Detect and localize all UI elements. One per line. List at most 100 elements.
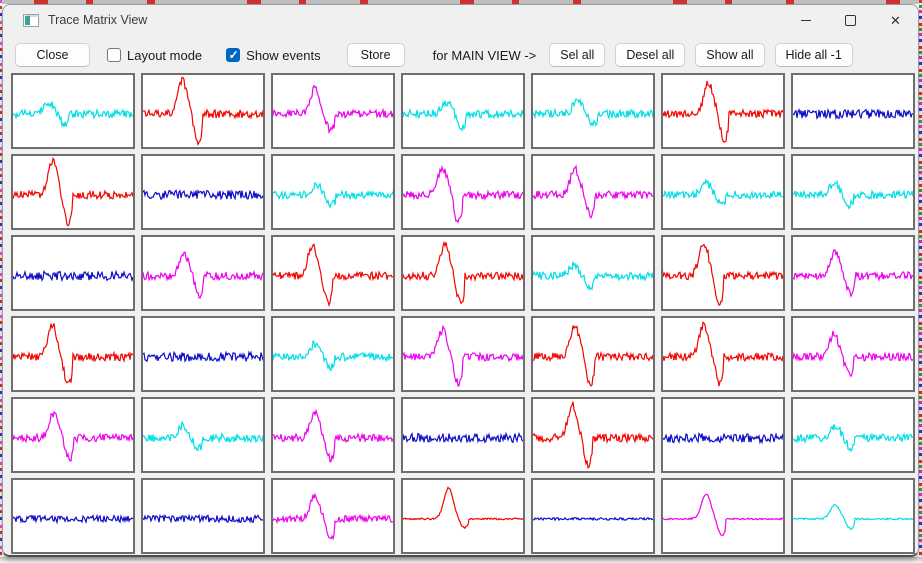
app-icon-pane (25, 16, 30, 25)
trace-cell-r3c5[interactable] (531, 235, 655, 311)
trace-cell-r1c7[interactable] (791, 73, 915, 149)
trace-cell-r5c1[interactable] (11, 397, 135, 473)
trace-cell-r6c6[interactable] (661, 478, 785, 554)
trace-cell-r1c4[interactable] (401, 73, 525, 149)
trace-waveform-magenta (273, 495, 393, 539)
trace-cell-r6c1[interactable] (11, 478, 135, 554)
trace-cell-r2c1[interactable] (11, 154, 135, 230)
layout-mode-checkbox[interactable]: Layout mode (107, 48, 202, 63)
trace-waveform-cyan (13, 102, 133, 127)
trace-waveform-magenta (663, 494, 783, 535)
trace-waveform-red (403, 242, 523, 303)
show-events-label: Show events (246, 48, 320, 63)
maximize-icon (845, 15, 856, 26)
main-view-label: for MAIN VIEW -> (433, 48, 537, 63)
trace-waveform-magenta (273, 411, 393, 462)
trace-waveform-cyan (793, 182, 913, 209)
trace-cell-r4c4[interactable] (401, 316, 525, 392)
trace-waveform-magenta (143, 252, 263, 298)
trace-cell-r4c3[interactable] (271, 316, 395, 392)
toolbar: Close Layout mode Show events Store for … (3, 43, 918, 67)
trace-waveform-blue (143, 190, 263, 199)
trace-cell-r2c4[interactable] (401, 154, 525, 230)
trace-waveform-cyan (793, 505, 913, 529)
trace-cell-r3c4[interactable] (401, 235, 525, 311)
desel-all-button[interactable]: Desel all (615, 43, 685, 67)
trace-waveform-magenta (403, 167, 523, 222)
trace-cell-r4c6[interactable] (661, 316, 785, 392)
window-title: Trace Matrix View (48, 13, 147, 27)
trace-waveform-magenta (403, 327, 523, 386)
trace-waveform-magenta (793, 250, 913, 296)
trace-cell-r3c3[interactable] (271, 235, 395, 311)
sel-all-button[interactable]: Sel all (549, 43, 605, 67)
trace-cell-r1c1[interactable] (11, 73, 135, 149)
trace-cell-r3c1[interactable] (11, 235, 135, 311)
trace-cell-r6c5[interactable] (531, 478, 655, 554)
trace-cell-r1c6[interactable] (661, 73, 785, 149)
trace-cell-r4c1[interactable] (11, 316, 135, 392)
minimize-icon (801, 20, 811, 21)
show-events-checkbox[interactable]: Show events (226, 48, 320, 63)
trace-cell-r6c2[interactable] (141, 478, 265, 554)
trace-cell-r4c2[interactable] (141, 316, 265, 392)
titlebar[interactable]: Trace Matrix View ✕ (3, 5, 918, 35)
close-window-button[interactable]: ✕ (873, 5, 918, 35)
trace-cell-r5c3[interactable] (271, 397, 395, 473)
trace-waveform-cyan (663, 180, 783, 205)
trace-cell-r6c3[interactable] (271, 478, 395, 554)
layout-mode-label: Layout mode (127, 48, 202, 63)
trace-cell-r5c7[interactable] (791, 397, 915, 473)
trace-waveform-blue (13, 515, 133, 522)
trace-cell-r5c4[interactable] (401, 397, 525, 473)
trace-waveform-blue (533, 518, 653, 520)
trace-waveform-blue (663, 434, 783, 443)
trace-waveform-cyan (533, 99, 653, 125)
trace-cell-r5c2[interactable] (141, 397, 265, 473)
trace-waveform-magenta (273, 86, 393, 132)
trace-cell-r2c6[interactable] (661, 154, 785, 230)
show-all-button[interactable]: Show all (695, 43, 764, 67)
show-events-checkbox-box[interactable] (226, 48, 240, 62)
trace-cell-r2c3[interactable] (271, 154, 395, 230)
trace-cell-r2c7[interactable] (791, 154, 915, 230)
maximize-button[interactable] (828, 5, 873, 35)
trace-cell-r4c7[interactable] (791, 316, 915, 392)
trace-waveform-blue (13, 271, 133, 280)
trace-grid (11, 73, 918, 554)
trace-cell-r3c7[interactable] (791, 235, 915, 311)
trace-waveform-magenta (793, 331, 913, 376)
layout-mode-checkbox-box[interactable] (107, 48, 121, 62)
trace-cell-r3c6[interactable] (661, 235, 785, 311)
trace-waveform-cyan (533, 262, 653, 290)
trace-cell-r3c2[interactable] (141, 235, 265, 311)
trace-cell-r1c5[interactable] (531, 73, 655, 149)
trace-waveform-red (663, 245, 783, 306)
trace-cell-r6c4[interactable] (401, 478, 525, 554)
app-icon (23, 14, 39, 27)
trace-waveform-cyan (143, 422, 263, 450)
trace-waveform-blue (143, 515, 263, 522)
trace-waveform-magenta (533, 166, 653, 218)
hide-all-button[interactable]: Hide all -1 (775, 43, 853, 67)
close-icon: ✕ (890, 14, 901, 27)
trace-waveform-red (533, 326, 653, 386)
trace-waveform-red (273, 244, 393, 305)
trace-cell-r2c5[interactable] (531, 154, 655, 230)
trace-cell-r2c2[interactable] (141, 154, 265, 230)
minimize-button[interactable] (783, 5, 828, 35)
trace-waveform-red (13, 323, 133, 383)
store-button[interactable]: Store (347, 43, 405, 67)
trace-cell-r6c7[interactable] (791, 478, 915, 554)
trace-cell-r5c6[interactable] (661, 397, 785, 473)
trace-cell-r1c2[interactable] (141, 73, 265, 149)
trace-cell-r5c5[interactable] (531, 397, 655, 473)
trace-cell-r4c5[interactable] (531, 316, 655, 392)
close-button[interactable]: Close (15, 43, 90, 67)
trace-waveform-cyan (793, 424, 913, 451)
trace-waveform-red (403, 487, 523, 528)
background-below-window (0, 557, 922, 563)
trace-cell-r1c3[interactable] (271, 73, 395, 149)
trace-waveform-blue (143, 352, 263, 361)
trace-matrix-window: Trace Matrix View ✕ Close Layout mode Sh… (2, 4, 919, 557)
